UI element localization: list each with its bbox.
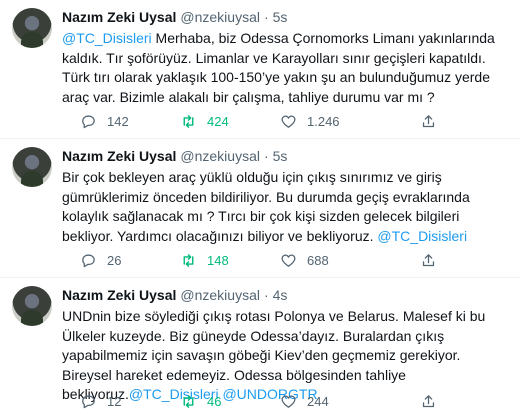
tweet-header: Nazım Zeki Uysal @nzekiuysal · 5s	[62, 8, 510, 26]
reply-button[interactable]: 26	[80, 252, 180, 269]
author-handle[interactable]: @nzekiuysal	[180, 8, 260, 26]
like-icon	[281, 395, 296, 408]
reply-count: 142	[107, 114, 129, 129]
retweet-button[interactable]: 148	[180, 252, 280, 269]
tweet-text: UNDnin bize söylediği çıkış rotası Polon…	[62, 307, 508, 405]
retweet-icon	[183, 115, 194, 128]
reply-icon	[82, 115, 95, 129]
like-button[interactable]: 688	[280, 252, 420, 269]
reply-icon	[82, 254, 95, 268]
share-icon	[422, 254, 435, 267]
like-button[interactable]: 244	[280, 393, 420, 410]
avatar[interactable]	[12, 8, 52, 48]
author-handle[interactable]: @nzekiuysal	[180, 147, 260, 165]
like-count: 244	[307, 394, 329, 409]
tweet[interactable]: Nazım Zeki Uysal @nzekiuysal · 5s @TC_Di…	[0, 0, 520, 139]
author-name[interactable]: Nazım Zeki Uysal	[62, 147, 176, 165]
retweet-count: 148	[207, 253, 229, 268]
like-count: 688	[307, 253, 329, 268]
timestamp[interactable]: 4s	[273, 286, 288, 304]
avatar[interactable]	[12, 286, 52, 326]
retweet-button[interactable]: 46	[180, 393, 280, 410]
tweet[interactable]: Nazım Zeki Uysal @nzekiuysal · 4s UNDnin…	[0, 278, 520, 418]
retweet-count: 46	[207, 394, 222, 409]
like-count: 1.246	[307, 114, 340, 129]
tweet-text: Bir çok bekleyen araç yüklü olduğu için …	[62, 168, 508, 246]
reply-icon	[82, 395, 95, 409]
tweet-text: @TC_Disisleri Merhaba, biz Odessa Çornom…	[62, 29, 508, 107]
timestamp[interactable]: 5s	[273, 147, 288, 165]
retweet-count: 424	[207, 114, 229, 129]
tweet-header: Nazım Zeki Uysal @nzekiuysal · 4s	[62, 286, 510, 304]
share-button[interactable]	[420, 393, 437, 410]
reply-count: 26	[107, 253, 122, 268]
like-icon	[281, 254, 296, 267]
retweet-icon	[183, 395, 194, 408]
tweet-actions: 26 148 688	[80, 252, 437, 269]
reply-button[interactable]: 12	[80, 393, 180, 410]
author-name[interactable]: Nazım Zeki Uysal	[62, 286, 176, 304]
retweet-button[interactable]: 424	[180, 113, 280, 130]
tweet[interactable]: Nazım Zeki Uysal @nzekiuysal · 5s Bir ço…	[0, 139, 520, 278]
share-icon	[422, 115, 435, 128]
reply-button[interactable]: 142	[80, 113, 180, 130]
tweet-header: Nazım Zeki Uysal @nzekiuysal · 5s	[62, 147, 510, 165]
avatar[interactable]	[12, 147, 52, 187]
author-handle[interactable]: @nzekiuysal	[180, 286, 260, 304]
retweet-icon	[183, 254, 194, 267]
share-icon	[422, 395, 435, 408]
separator-dot: ·	[263, 9, 269, 25]
mention-link[interactable]: @TC_Disisleri	[377, 228, 467, 244]
author-name[interactable]: Nazım Zeki Uysal	[62, 8, 176, 26]
separator-dot: ·	[263, 148, 269, 164]
like-icon	[281, 115, 296, 128]
timestamp[interactable]: 5s	[273, 8, 288, 26]
timeline: Nazım Zeki Uysal @nzekiuysal · 5s @TC_Di…	[0, 0, 520, 418]
mention-link[interactable]: @TC_Disisleri	[62, 30, 152, 46]
tweet-actions: 12 46 244	[80, 393, 437, 410]
like-button[interactable]: 1.246	[280, 113, 420, 130]
separator-dot: ·	[263, 287, 269, 303]
share-button[interactable]	[420, 252, 437, 269]
reply-count: 12	[107, 394, 122, 409]
tweet-actions: 142 424 1.246	[80, 113, 437, 130]
share-button[interactable]	[420, 113, 437, 130]
